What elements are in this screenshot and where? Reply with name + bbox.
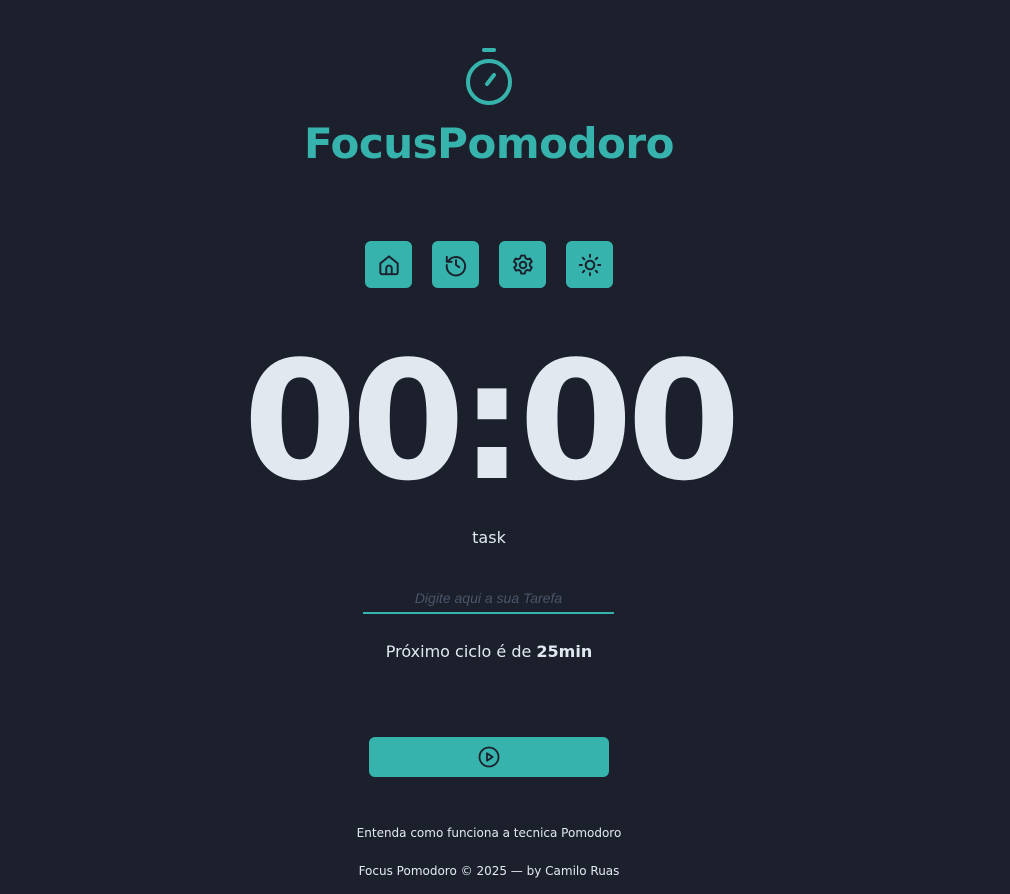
gear-icon [512,254,533,275]
history-button[interactable] [432,241,479,288]
home-button[interactable] [365,241,412,288]
theme-toggle-button[interactable] [566,241,613,288]
history-icon [445,255,466,276]
stopwatch-icon [466,48,512,105]
task-label: task [472,528,506,547]
next-cycle-duration: 25min [536,642,593,661]
next-cycle-prefix: Próximo ciclo é de [385,642,537,661]
next-cycle-tip: Próximo ciclo é de 25min [0,642,978,661]
pomodoro-info-link[interactable]: Entenda como funciona a tecnica Pomodoro [0,826,978,840]
play-circle-icon [478,746,500,768]
home-icon [378,254,399,275]
app-title: FocusPomodoro [304,119,674,168]
start-button[interactable] [369,737,609,777]
copyright-text: Focus Pomodoro © 2025 — by Camilo Ruas [358,864,620,878]
main-menu [365,241,613,288]
app-page: FocusPomodoro 00:00 task Digite aqui a s… [0,0,1010,894]
sun-icon [578,253,601,276]
task-input[interactable] [363,584,614,614]
countdown-display: 00:00 [242,326,741,517]
settings-button[interactable] [499,241,546,288]
